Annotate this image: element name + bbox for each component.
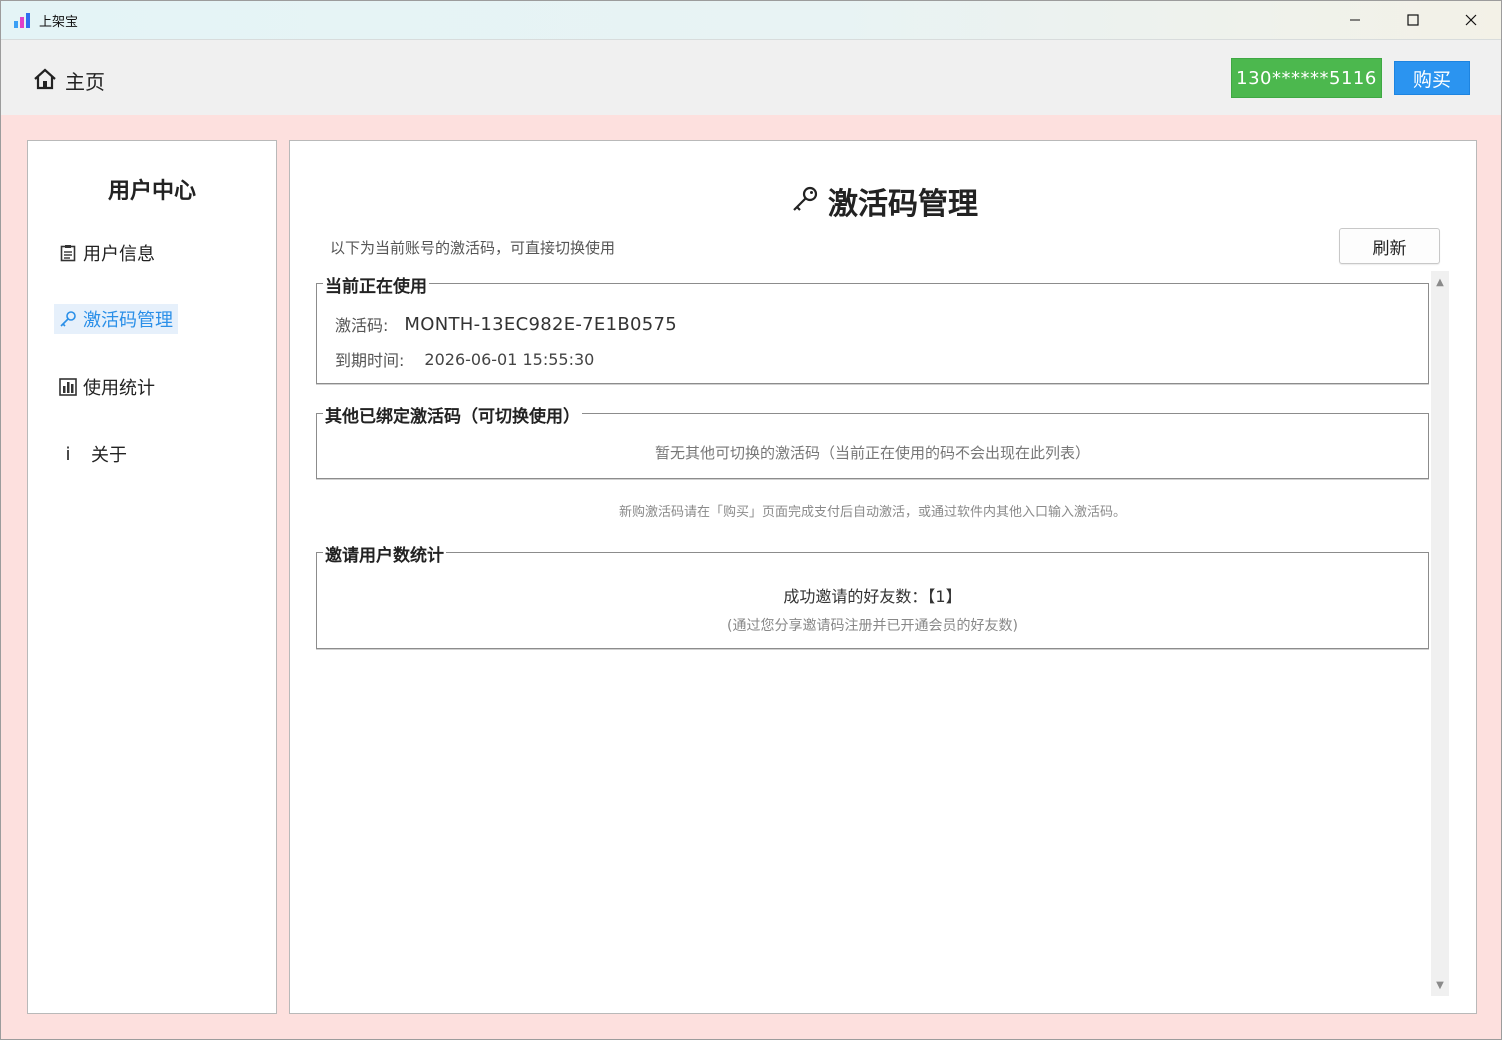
minimize-button[interactable] [1326, 1, 1384, 40]
code-value: MONTH-13EC982E-7E1B0575 [404, 313, 677, 335]
invite-count: 成功邀请的好友数：【1】 [783, 587, 962, 606]
top-header: 主页 130******5116 购买 [1, 40, 1501, 115]
bar-chart-icon [59, 378, 77, 396]
sidebar-item-activation-code[interactable]: 激活码管理 [54, 304, 178, 334]
home-button[interactable]: 主页 [33, 66, 105, 95]
close-icon [1465, 11, 1477, 30]
minimize-icon [1349, 11, 1361, 30]
close-button[interactable] [1442, 1, 1500, 40]
home-label: 主页 [65, 70, 105, 94]
sidebar-item-label: 激活码管理 [83, 310, 173, 331]
app-window: 上架宝 主页 130******5116 购买 用户中心 用户信息 激活码管理 … [0, 0, 1502, 1040]
group-legend: 其他已绑定激活码（可切换使用） [323, 402, 582, 427]
scroll-up-icon[interactable]: ▲ [1431, 273, 1449, 291]
sidebar-item-label: 关于 [91, 445, 127, 466]
main-panel: 激活码管理 以下为当前账号的激活码，可直接切换使用 刷新 ▲ ▼ 当前正在使用 … [289, 140, 1477, 1014]
key-icon [790, 184, 820, 218]
account-badge[interactable]: 130******5116 [1231, 58, 1382, 98]
title-bar: 上架宝 [1, 1, 1501, 40]
page-title-text: 激活码管理 [828, 187, 978, 222]
invite-stats-group: 邀请用户数统计 成功邀请的好友数：【1】 (通过您分享邀请码注册并已开通会员的好… [316, 541, 1429, 649]
clipboard-icon [59, 244, 77, 262]
app-logo-icon [13, 11, 33, 29]
sidebar-item-usage-stats[interactable]: 使用统计 [54, 372, 160, 402]
purchase-note: 新购激活码请在「购买」页面完成支付后自动激活，或通过软件内其他入口输入激活码。 [618, 505, 1126, 520]
empty-hint: 暂无其他可切换的激活码（当前正在使用的码不会出现在此列表） [654, 444, 1090, 462]
other-codes-group: 其他已绑定激活码（可切换使用） 暂无其他可切换的激活码（当前正在使用的码不会出现… [316, 402, 1429, 479]
group-legend: 当前正在使用 [323, 272, 429, 297]
maximize-icon [1407, 11, 1419, 30]
sidebar-item-label: 用户信息 [83, 244, 155, 265]
home-icon [33, 68, 57, 94]
current-code-group: 当前正在使用 激活码: MONTH-13EC982E-7E1B0575 到期时间… [316, 272, 1429, 384]
window-title: 上架宝 [39, 15, 79, 30]
sidebar: 用户中心 用户信息 激活码管理 使用统计 i 关于 [27, 140, 277, 1014]
expire-value: 2026-06-01 15:55:30 [424, 349, 595, 369]
maximize-button[interactable] [1384, 1, 1442, 40]
page-subtitle: 以下为当前账号的激活码，可直接切换使用 [330, 239, 616, 257]
vertical-scrollbar[interactable]: ▲ ▼ [1431, 271, 1449, 996]
buy-button[interactable]: 购买 [1394, 61, 1470, 95]
key-icon [59, 310, 77, 328]
sidebar-item-user-info[interactable]: 用户信息 [54, 238, 160, 268]
refresh-button[interactable]: 刷新 [1339, 228, 1440, 264]
code-label: 激活码: [335, 316, 389, 335]
group-legend: 邀请用户数统计 [323, 541, 446, 566]
code-row: 激活码: MONTH-13EC982E-7E1B0575 [335, 312, 677, 336]
expire-row: 到期时间: 2026-06-01 15:55:30 [335, 347, 594, 371]
info-icon: i [65, 443, 71, 465]
scroll-down-icon[interactable]: ▼ [1431, 976, 1449, 994]
expire-label: 到期时间: [335, 351, 405, 370]
sidebar-title: 用户中心 [107, 179, 196, 204]
sidebar-item-about[interactable]: i 关于 [54, 439, 132, 469]
page-title: 激活码管理 [290, 179, 1478, 223]
invite-note: (通过您分享邀请码注册并已开通会员的好友数) [727, 618, 1018, 634]
sidebar-item-label: 使用统计 [83, 378, 155, 399]
